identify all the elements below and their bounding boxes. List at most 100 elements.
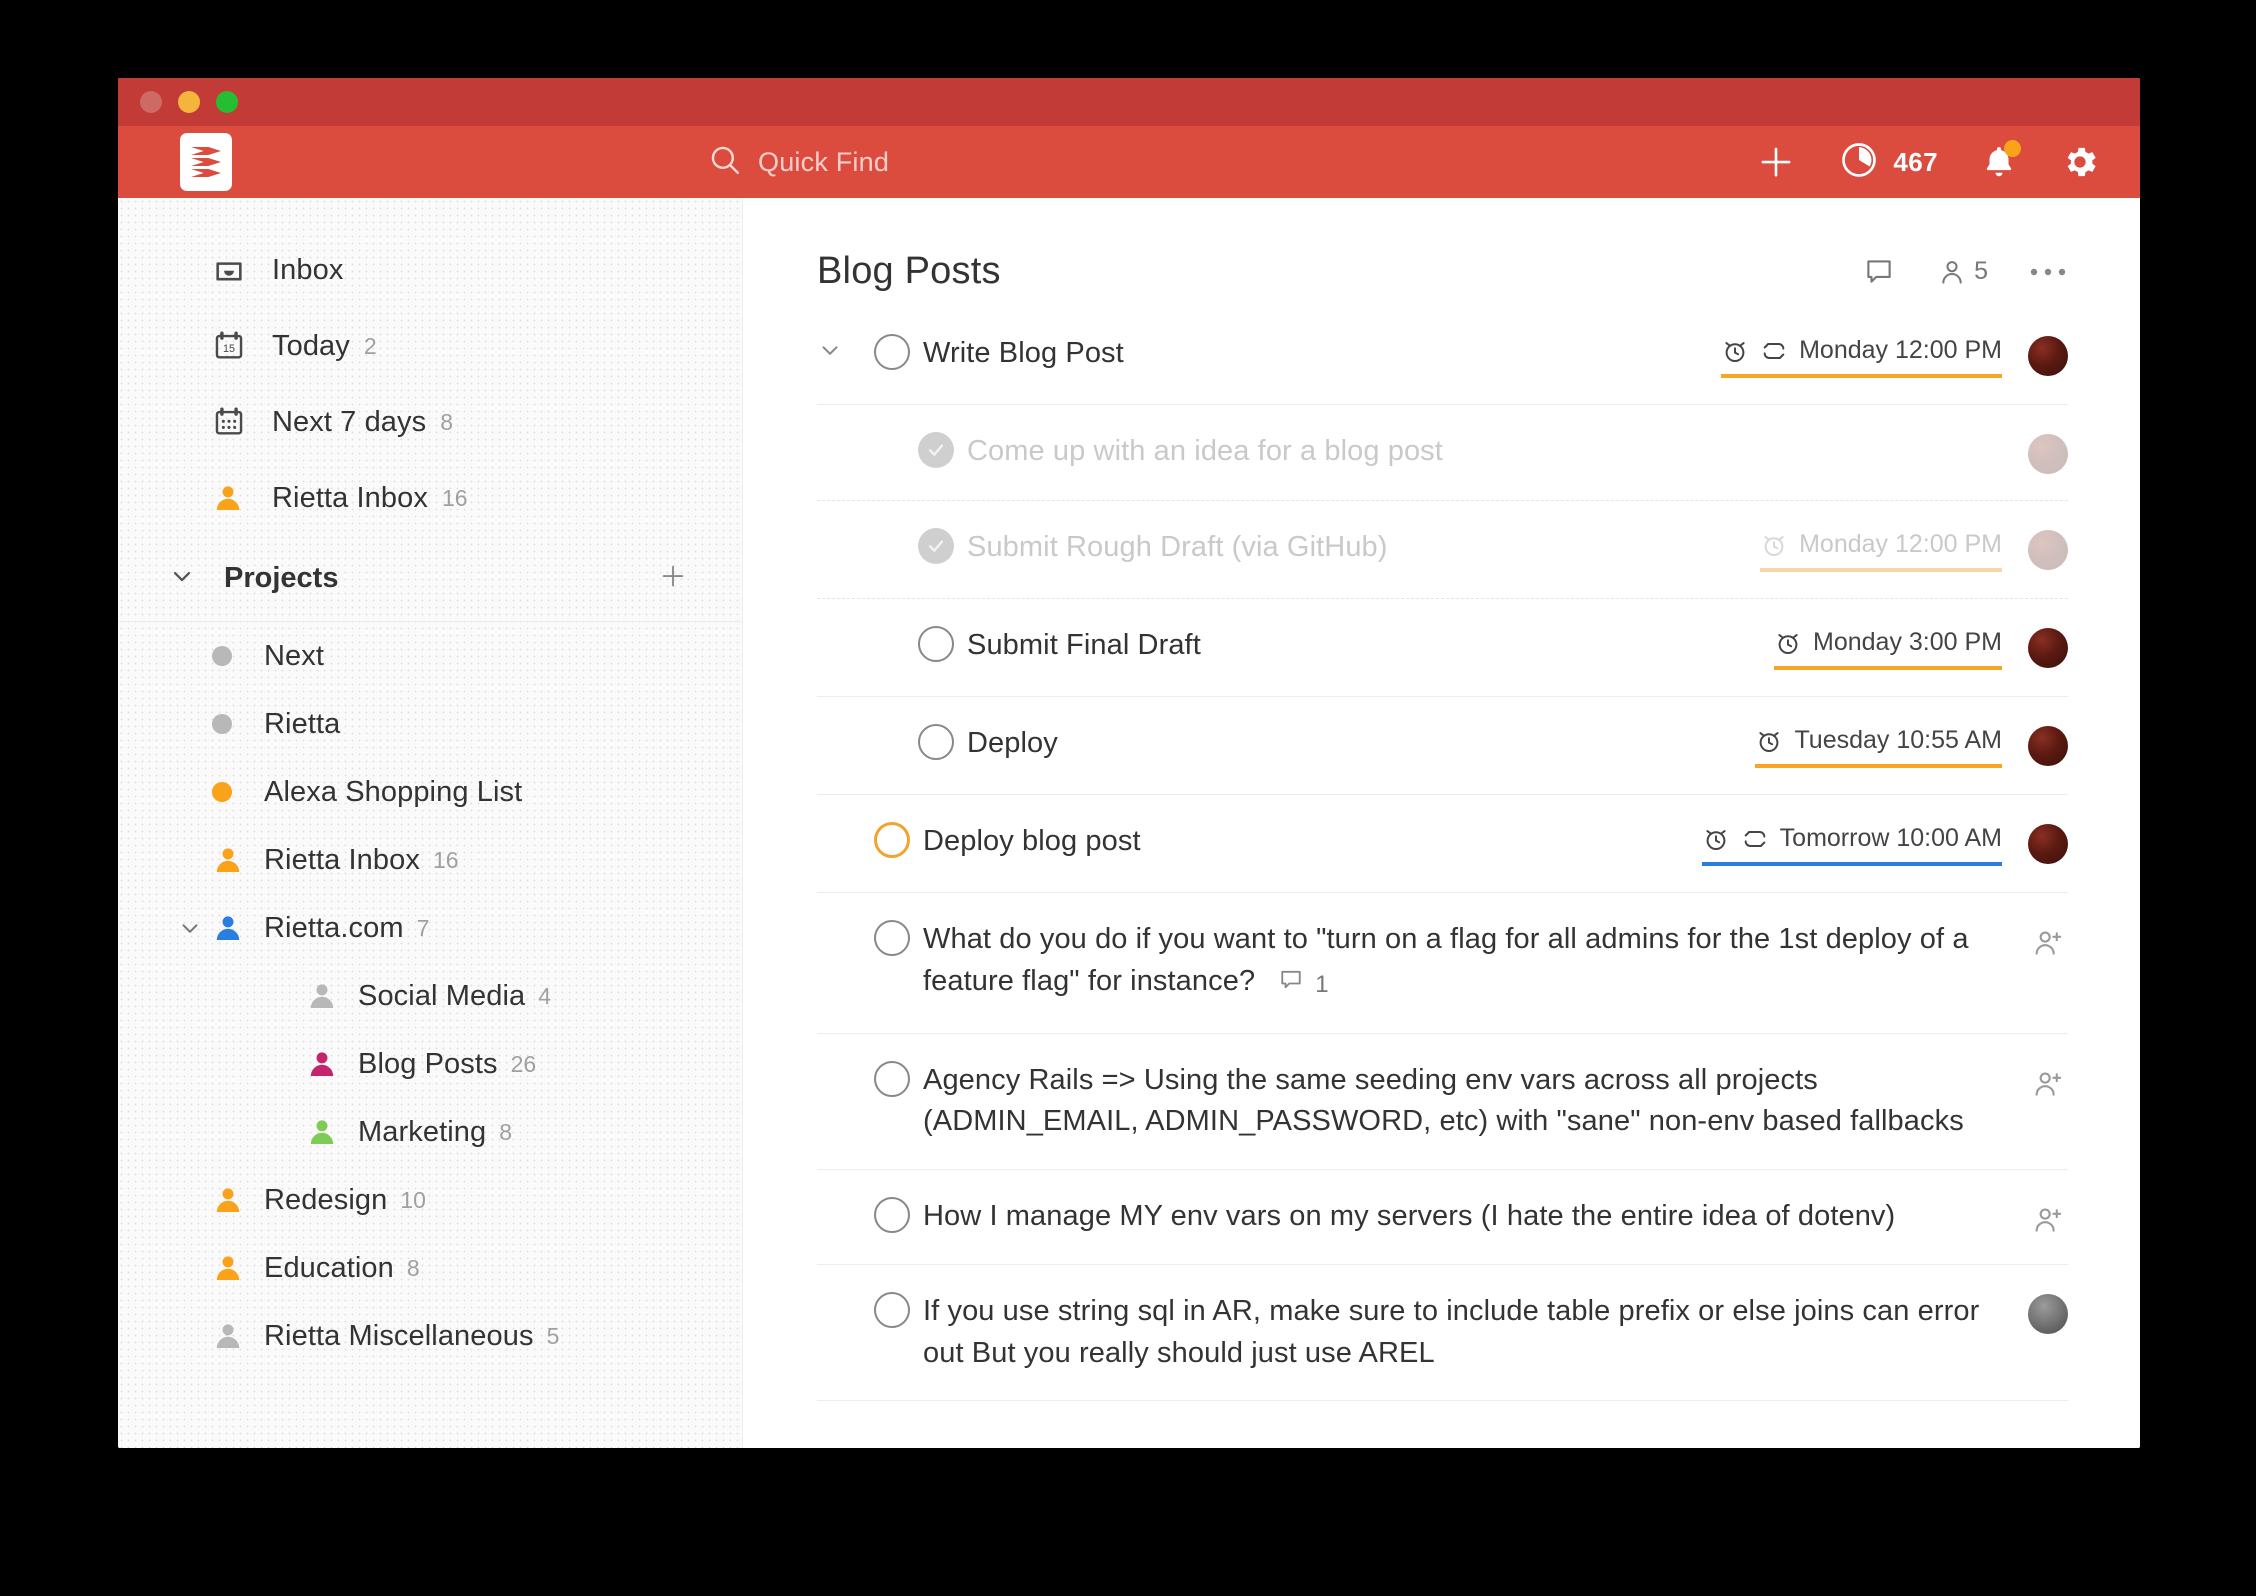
task-checkbox[interactable] <box>861 821 923 858</box>
assign-person-icon[interactable] <box>2028 1063 2068 1101</box>
person-icon <box>212 912 264 944</box>
chevron-down-icon[interactable] <box>817 333 861 368</box>
sidebar-project-redesign[interactable]: Redesign10 <box>118 1166 742 1234</box>
sidebar-item-inbox[interactable]: Inbox <box>118 232 742 308</box>
assignee-avatar[interactable] <box>2028 434 2068 474</box>
assignee-avatar[interactable] <box>2028 824 2068 864</box>
task-checkbox[interactable] <box>861 1060 923 1097</box>
todoist-logo-icon[interactable] <box>180 133 232 191</box>
zoom-window-button[interactable] <box>216 91 238 113</box>
sidebar-item-label: Rietta Inbox <box>272 482 428 515</box>
add-project-plus-icon[interactable] <box>658 561 688 596</box>
settings-gear-icon[interactable] <box>2060 142 2100 182</box>
task-list: Write Blog PostMonday 12:00 PMCome up wi… <box>817 307 2068 1401</box>
sidebar-project-rietta-com[interactable]: Rietta.com7 <box>118 894 742 962</box>
task-checkbox[interactable] <box>905 431 967 468</box>
sidebar-project-count: 7 <box>417 915 430 942</box>
task-due-date[interactable]: Monday 12:00 PM <box>1721 336 2002 378</box>
person-icon <box>212 844 264 876</box>
inbox-icon <box>212 253 256 287</box>
chevron-down-icon[interactable] <box>168 915 212 941</box>
task-checkbox[interactable] <box>861 919 923 956</box>
sidebar-project-label: Redesign <box>264 1184 387 1217</box>
sidebar-project-rietta-miscellaneous[interactable]: Rietta Miscellaneous5 <box>118 1302 742 1370</box>
dot-icon <box>212 646 264 666</box>
sidebar-project-alexa-shopping-list[interactable]: Alexa Shopping List <box>118 758 742 826</box>
sidebar-project-rietta[interactable]: Rietta <box>118 690 742 758</box>
assignee-avatar[interactable] <box>2028 336 2068 376</box>
task-due-date[interactable]: Tomorrow 10:00 AM <box>1702 824 2002 866</box>
page-title: Blog Posts <box>817 250 1862 293</box>
assignee-avatar[interactable] <box>2028 726 2068 766</box>
more-options-icon[interactable] <box>2028 264 2068 280</box>
share-project-icon[interactable]: 5 <box>1936 256 1988 288</box>
notifications-bell-icon[interactable] <box>1980 143 2018 181</box>
task-title: Submit Rough Draft (via GitHub) <box>967 527 1760 569</box>
due-date-text: Monday 12:00 PM <box>1799 530 2002 559</box>
minimize-window-button[interactable] <box>178 91 200 113</box>
sidebar-project-blog-posts[interactable]: Blog Posts26 <box>118 1030 742 1098</box>
task-due-date[interactable]: Monday 3:00 PM <box>1774 628 2002 670</box>
add-task-plus-icon[interactable] <box>1755 141 1797 183</box>
task-checkbox[interactable] <box>861 1291 923 1328</box>
task-row[interactable]: If you use string sql in AR, make sure t… <box>817 1265 2068 1402</box>
quick-find-search[interactable]: Quick Find <box>708 143 889 182</box>
sidebar-nav-list: Inbox15Today2 Next 7 days 8 Rietta Inbox16 <box>118 232 742 536</box>
task-due-date[interactable]: Tuesday 10:55 AM <box>1755 726 2002 768</box>
karma-indicator[interactable]: 467 <box>1839 140 1938 185</box>
assignee-avatar[interactable] <box>2028 530 2068 570</box>
assignee-avatar[interactable] <box>2028 1294 2068 1334</box>
due-date-text: Monday 3:00 PM <box>1813 628 2002 657</box>
comment-count-value: 1 <box>1315 968 1328 1003</box>
task-row[interactable]: Write Blog PostMonday 12:00 PM <box>817 307 2068 405</box>
task-comment-count[interactable]: 1 <box>1277 965 1328 1007</box>
projects-section-header[interactable]: Projects <box>118 536 742 622</box>
checkbox-checked-icon <box>918 528 954 564</box>
task-checkbox[interactable] <box>905 723 967 760</box>
sidebar-project-next[interactable]: Next <box>118 622 742 690</box>
task-row[interactable]: Deploy blog postTomorrow 10:00 AM <box>817 795 2068 893</box>
sidebar-item-rietta-inbox[interactable]: Rietta Inbox16 <box>118 460 742 536</box>
sidebar: Inbox15Today2Next 7 days8Rietta Inbox16 … <box>118 198 743 1448</box>
projects-label: Projects <box>224 562 658 595</box>
sidebar-item-next-7-days[interactable]: Next 7 days 8 <box>118 384 742 460</box>
alarm-clock-icon <box>1702 825 1730 853</box>
sidebar-item-today[interactable]: 15Today2 <box>118 308 742 384</box>
task-row[interactable]: Submit Final DraftMonday 3:00 PM <box>817 599 2068 697</box>
sidebar-item-count: 2 <box>364 333 377 360</box>
chevron-spacer <box>817 919 861 923</box>
task-row[interactable]: Come up with an idea for a blog post <box>817 405 2068 501</box>
sidebar-project-label: Rietta Inbox <box>264 844 420 877</box>
task-row[interactable]: What do you do if you want to "turn on a… <box>817 893 2068 1034</box>
close-window-button[interactable] <box>140 91 162 113</box>
comment-icon[interactable] <box>1862 255 1896 289</box>
sidebar-project-rietta-inbox[interactable]: Rietta Inbox16 <box>118 826 742 894</box>
calendar-today-icon: 15 <box>212 329 256 363</box>
task-checkbox[interactable] <box>861 333 923 370</box>
alarm-clock-icon <box>1755 727 1783 755</box>
karma-count: 467 <box>1893 147 1938 178</box>
sidebar-project-label: Rietta <box>264 708 340 741</box>
assign-person-icon[interactable] <box>2028 1199 2068 1237</box>
task-checkbox[interactable] <box>905 527 967 564</box>
task-row[interactable]: Submit Rough Draft (via GitHub) Monday 12… <box>817 501 2068 599</box>
sidebar-item-label: Next 7 days <box>272 406 426 439</box>
task-row[interactable]: Agency Rails => Using the same seeding e… <box>817 1034 2068 1171</box>
quick-find-placeholder: Quick Find <box>758 147 889 178</box>
sidebar-project-social-media[interactable]: Social Media4 <box>118 962 742 1030</box>
chevron-spacer <box>861 527 905 531</box>
sidebar-project-education[interactable]: Education8 <box>118 1234 742 1302</box>
assignee-avatar[interactable] <box>2028 628 2068 668</box>
sidebar-item-count: 8 <box>440 409 453 436</box>
task-title: Deploy blog post <box>923 821 1702 863</box>
assign-person-icon[interactable] <box>2028 922 2068 960</box>
task-row[interactable]: DeployTuesday 10:55 AM <box>817 697 2068 795</box>
task-row[interactable]: How I manage MY env vars on my servers (… <box>817 1170 2068 1265</box>
sidebar-project-label: Next <box>264 640 324 673</box>
checkbox-empty-icon <box>874 1292 910 1328</box>
chevron-down-icon[interactable] <box>168 562 212 595</box>
task-checkbox[interactable] <box>905 625 967 662</box>
task-checkbox[interactable] <box>861 1196 923 1233</box>
task-due-date[interactable]: Monday 12:00 PM <box>1760 530 2002 572</box>
sidebar-project-marketing[interactable]: Marketing8 <box>118 1098 742 1166</box>
